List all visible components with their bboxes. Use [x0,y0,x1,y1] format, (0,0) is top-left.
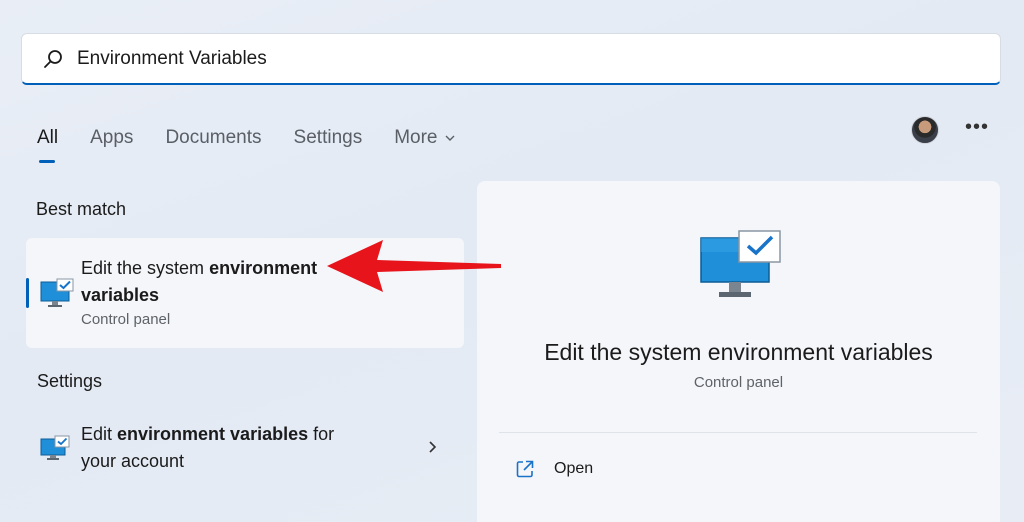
tab-more[interactable]: More [394,118,455,158]
monitor-check-icon [40,435,70,460]
annotation-arrow [327,240,501,292]
search-icon [44,49,62,68]
tab-settings[interactable]: Settings [294,118,363,158]
filter-tabs: All Apps Documents Settings More [37,118,488,163]
chevron-down-icon [445,135,454,141]
settings-title-text: Edit [81,424,118,444]
settings-title-bold: environment variables [117,424,309,444]
detail-panel: Edit the system environment variables Co… [477,181,1000,522]
detail-subtitle: Control panel [693,374,784,391]
settings-title-line2: your account [81,451,185,471]
result-subtitle: Control panel [81,311,171,328]
settings-result-item[interactable]: Edit environment variables for your accou… [26,416,464,480]
detail-title: Edit the system environment variables [544,339,933,365]
tab-label: All [37,127,59,148]
monitor-check-icon [700,230,781,297]
open-label: Open [554,460,594,477]
search-box[interactable]: Environment Variables [21,33,1001,85]
chevron-right-icon[interactable] [426,440,438,454]
open-external-icon [516,460,534,478]
result-title: Edit the system environment variables [81,255,351,309]
avatar[interactable] [911,116,939,144]
settings-item-title: Edit environment variables for your accou… [81,421,381,475]
tab-all[interactable]: All [37,118,59,163]
result-title-bold: environment [209,258,318,278]
tab-label: Apps [90,127,134,148]
tab-apps[interactable]: Apps [90,118,133,158]
result-title-bold-2: variables [81,285,160,305]
tab-label: Settings [293,127,363,148]
result-title-text: Edit the system [81,258,210,278]
search-input[interactable]: Environment Variables [77,48,267,70]
more-dots-icon[interactable]: ••• [965,117,989,141]
tab-label: More [394,127,438,148]
monitor-check-icon [40,278,74,307]
tab-documents[interactable]: Documents [165,118,261,158]
settings-title-suffix: for [308,424,335,444]
tab-label: Documents [165,127,262,148]
divider [499,432,977,433]
best-match-heading: Best match [36,199,127,219]
active-tab-indicator [39,160,55,163]
settings-heading: Settings [37,371,103,391]
open-action[interactable]: Open [515,459,593,479]
selection-indicator [26,278,29,308]
